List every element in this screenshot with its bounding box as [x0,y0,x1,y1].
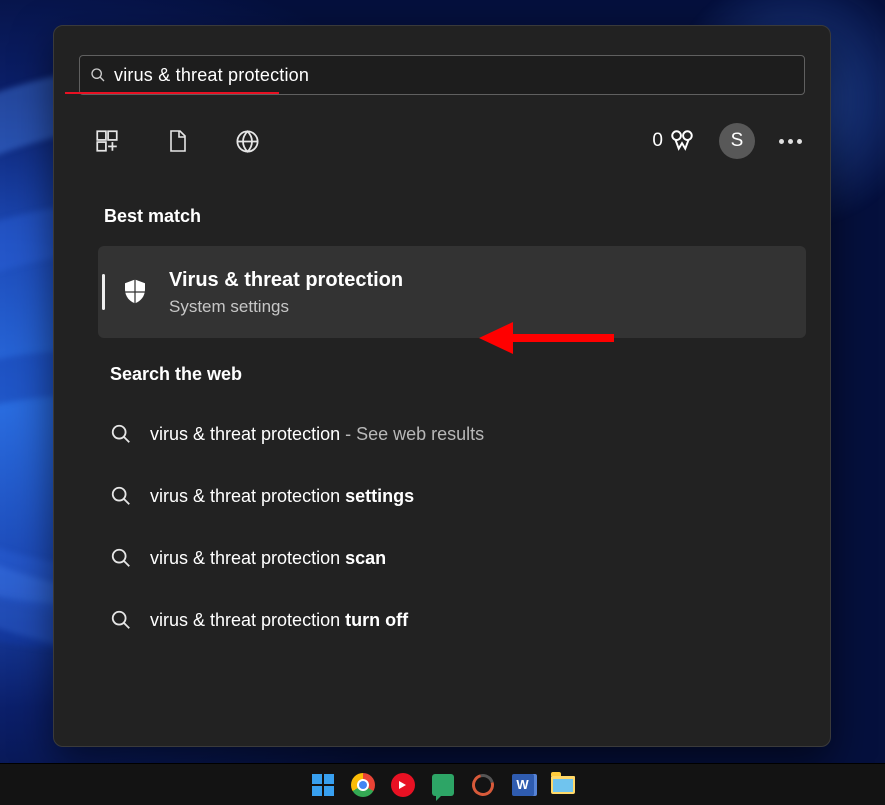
more-menu-icon[interactable] [779,139,802,144]
avatar-initial: S [731,130,744,152]
taskbar-start-button[interactable] [308,770,338,800]
web-result-text: virus & threat protection [150,548,345,568]
web-result-item[interactable]: virus & threat protection scan [100,527,830,589]
desktop-background: 0 S Best match Virus & threat protection… [0,0,885,805]
web-result-bold: settings [345,486,414,506]
shield-icon [119,276,151,308]
web-result-item[interactable]: virus & threat protection settings [100,465,830,527]
search-icon [110,547,132,569]
result-subtitle: System settings [169,297,403,317]
web-result-suffix: - See web results [340,424,484,444]
taskbar-youtube-music-icon[interactable] [388,770,418,800]
taskbar-chrome-icon[interactable] [348,770,378,800]
search-input[interactable] [114,65,794,86]
web-result-text: virus & threat protection [150,486,345,506]
rewards-badge[interactable]: 0 [652,128,695,154]
web-result-bold: turn off [345,610,408,630]
web-result-bold: scan [345,548,386,568]
filter-apps-icon[interactable] [90,124,124,158]
web-results-list: virus & threat protection - See web resu… [100,403,830,651]
web-result-item[interactable]: virus & threat protection - See web resu… [100,403,830,465]
taskbar-app-icon[interactable] [468,770,498,800]
user-avatar[interactable]: S [719,123,755,159]
taskbar: W [0,763,885,805]
web-result-text: virus & threat protection [150,424,340,444]
annotation-underline [65,92,279,94]
medal-icon [669,128,695,154]
taskbar-file-explorer-icon[interactable] [548,770,578,800]
taskbar-word-icon[interactable]: W [508,770,538,800]
selection-accent [102,274,105,310]
start-search-panel: 0 S Best match Virus & threat protection… [53,25,831,747]
best-match-result[interactable]: Virus & threat protection System setting… [98,246,806,338]
rewards-count: 0 [652,130,663,152]
search-icon [90,67,106,83]
result-title: Virus & threat protection [169,267,403,293]
search-icon [110,609,132,631]
taskbar-google-chat-icon[interactable] [428,770,458,800]
search-icon [110,423,132,445]
web-result-item[interactable]: virus & threat protection turn off [100,589,830,651]
filter-documents-icon[interactable] [160,124,194,158]
web-result-text: virus & threat protection [150,610,345,630]
best-match-heading: Best match [104,206,830,227]
filter-web-icon[interactable] [230,124,264,158]
filter-row: 0 S [78,118,806,164]
search-icon [110,485,132,507]
search-box[interactable] [79,55,805,95]
search-web-heading: Search the web [110,364,830,385]
